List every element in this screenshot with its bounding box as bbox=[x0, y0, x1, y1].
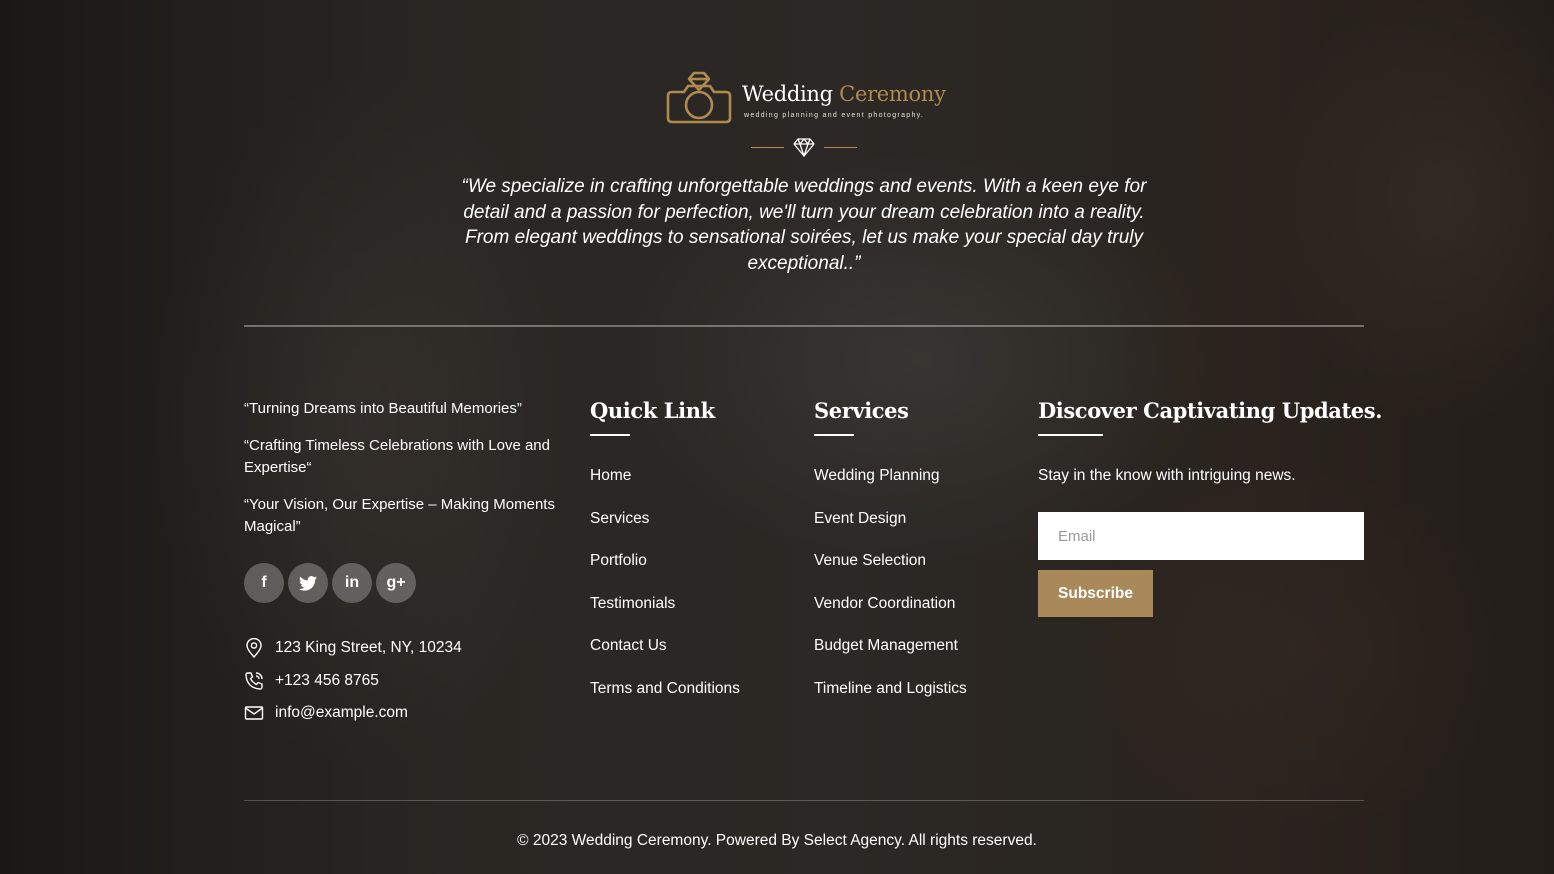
subscribe-button[interactable]: Subscribe bbox=[1038, 570, 1153, 617]
contact-phone[interactable]: +123 456 8765 bbox=[244, 665, 462, 698]
brand-tagline: wedding planning and event photography. bbox=[744, 112, 925, 119]
title-underline bbox=[1038, 434, 1103, 436]
divider-line-right bbox=[824, 147, 857, 148]
newsletter-text: Stay in the know with intriguing news. bbox=[1038, 467, 1296, 484]
quick-link-portfolio[interactable]: Portfolio bbox=[590, 551, 740, 594]
twitter-icon[interactable] bbox=[288, 563, 328, 603]
linkedin-icon[interactable]: in bbox=[332, 563, 372, 603]
service-timeline-logistics[interactable]: Timeline and Logistics bbox=[814, 679, 967, 722]
service-wedding-planning[interactable]: Wedding Planning bbox=[814, 466, 967, 509]
newsletter-email-input[interactable] bbox=[1038, 512, 1364, 560]
quick-link-column: Quick Link Home Services Portfolio Testi… bbox=[590, 398, 740, 721]
services-column: Services Wedding Planning Event Design V… bbox=[814, 398, 967, 721]
tagline-1: “Turning Dreams into Beautiful Memories” bbox=[244, 400, 522, 417]
diamond-divider bbox=[751, 137, 857, 159]
ring-camera-icon bbox=[666, 71, 732, 124]
footer-divider bbox=[244, 800, 1364, 801]
copyright-text: © 2023 Wedding Ceremony. Powered By Sele… bbox=[517, 832, 1037, 849]
brand-name-part2: Ceremony bbox=[839, 82, 946, 106]
title-underline bbox=[814, 434, 854, 436]
footer-section: Wedding Ceremony wedding planning and ev… bbox=[0, 0, 1554, 874]
contact-info: 123 King Street, NY, 10234 +123 456 8765… bbox=[244, 632, 462, 730]
brand-name-part1: Wedding bbox=[742, 82, 833, 106]
title-underline bbox=[590, 434, 630, 436]
tagline-3: “Your Vision, Our Expertise – Making Mom… bbox=[244, 495, 555, 536]
location-pin-icon bbox=[246, 638, 262, 659]
hero-quote: “We specialize in crafting unforgettable… bbox=[461, 176, 1147, 274]
newsletter-column: Discover Captivating Updates. Stay in th… bbox=[1038, 398, 1383, 617]
service-venue-selection[interactable]: Venue Selection bbox=[814, 551, 967, 594]
quick-link-title: Quick Link bbox=[590, 398, 715, 423]
quick-link-terms[interactable]: Terms and Conditions bbox=[590, 679, 740, 722]
contact-email[interactable]: info@example.com bbox=[244, 697, 462, 730]
about-taglines: “Turning Dreams into Beautiful Memories”… bbox=[244, 398, 564, 553]
quick-link-list: Home Services Portfolio Testimonials Con… bbox=[590, 466, 740, 721]
address-text: 123 King Street, NY, 10234 bbox=[275, 639, 462, 657]
google-plus-icon[interactable]: g+ bbox=[376, 563, 416, 603]
phone-icon bbox=[245, 672, 263, 690]
email-text: info@example.com bbox=[275, 704, 408, 722]
diamond-icon bbox=[793, 138, 815, 157]
quick-link-services[interactable]: Services bbox=[590, 509, 740, 552]
services-list: Wedding Planning Event Design Venue Sele… bbox=[814, 466, 967, 721]
quick-link-testimonials[interactable]: Testimonials bbox=[590, 594, 740, 637]
brand-logo[interactable]: Wedding Ceremony wedding planning and ev… bbox=[664, 70, 954, 126]
brand-name: Wedding Ceremony bbox=[742, 82, 946, 106]
service-event-design[interactable]: Event Design bbox=[814, 509, 967, 552]
services-title: Services bbox=[814, 398, 909, 423]
newsletter-title: Discover Captivating Updates. bbox=[1038, 398, 1383, 423]
section-divider bbox=[244, 325, 1364, 327]
quick-link-contact-us[interactable]: Contact Us bbox=[590, 636, 740, 679]
service-budget-management[interactable]: Budget Management bbox=[814, 636, 967, 679]
phone-text: +123 456 8765 bbox=[275, 671, 379, 689]
social-links: f in g+ bbox=[244, 563, 416, 603]
quick-link-home[interactable]: Home bbox=[590, 466, 740, 509]
tagline-2: “Crafting Timeless Celebrations with Lov… bbox=[244, 436, 550, 477]
service-vendor-coordination[interactable]: Vendor Coordination bbox=[814, 594, 967, 637]
divider-line-left bbox=[751, 147, 784, 148]
mail-icon bbox=[244, 706, 264, 720]
facebook-icon[interactable]: f bbox=[244, 563, 284, 603]
contact-address: 123 King Street, NY, 10234 bbox=[244, 632, 462, 665]
